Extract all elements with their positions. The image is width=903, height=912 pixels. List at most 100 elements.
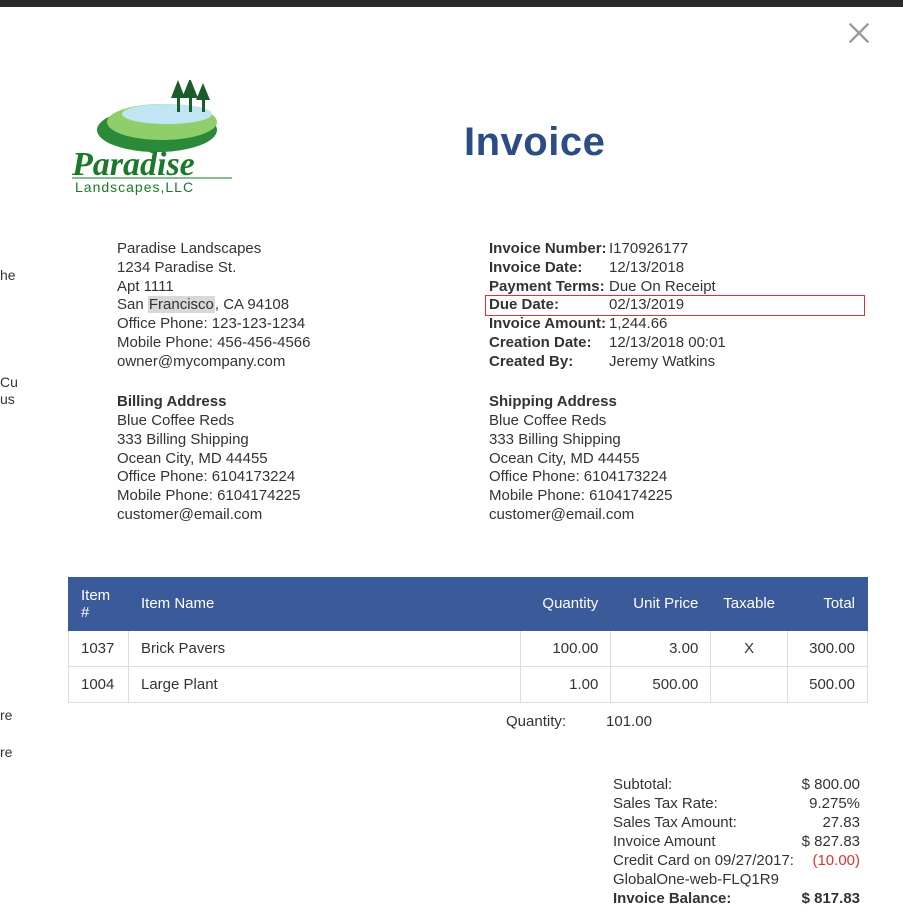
meta-value: 1,244.66	[609, 315, 667, 334]
company-name: Paradise Landscapes	[117, 240, 489, 259]
invoice-meta-block: Invoice Number:I170926177Invoice Date:12…	[489, 240, 861, 371]
totals-label: Subtotal:	[613, 776, 798, 793]
meta-row: Invoice Amount:1,244.66	[489, 315, 861, 334]
company-address-block: Paradise Landscapes 1234 Paradise St. Ap…	[117, 240, 489, 371]
billing-heading: Billing Address	[117, 393, 489, 412]
cell-taxable	[711, 666, 788, 702]
totals-value: $ 827.83	[798, 833, 868, 850]
address-line: Mobile Phone: 6104174225	[117, 487, 489, 506]
close-icon	[845, 34, 873, 51]
billing-address-block: Billing Address Blue Coffee Reds333 Bill…	[117, 393, 489, 524]
totals-label: Sales Tax Amount:	[613, 814, 798, 831]
meta-row: Invoice Number:I170926177	[489, 240, 861, 259]
totals-line: GlobalOne-web-FLQ1R9	[68, 870, 868, 889]
quantity-label: Quantity:	[506, 713, 566, 730]
meta-row: Payment Terms:Due On Receipt	[489, 278, 861, 297]
totals-block: Subtotal:$ 800.00Sales Tax Rate:9.275%Sa…	[68, 775, 868, 908]
shipping-address-block: Shipping Address Blue Coffee Reds333 Bil…	[489, 393, 861, 524]
col-total: Total	[788, 577, 868, 630]
totals-line: Subtotal:$ 800.00	[68, 775, 868, 794]
table-row: 1004Large Plant1.00500.00500.00	[69, 666, 868, 702]
address-line: 333 Billing Shipping	[489, 431, 861, 450]
close-button[interactable]	[845, 19, 873, 47]
table-row: 1037Brick Pavers100.003.00X300.00	[69, 630, 868, 666]
meta-value: 12/13/2018	[609, 259, 684, 278]
window-topbar	[0, 0, 903, 7]
col-item-num: Item #	[69, 577, 129, 630]
col-item-name: Item Name	[129, 577, 521, 630]
company-logo: Paradise Landscapes,LLC	[67, 80, 237, 200]
totals-value: 9.275%	[798, 795, 868, 812]
col-unit-price: Unit Price	[611, 577, 711, 630]
address-line: Office Phone: 6104173224	[117, 468, 489, 487]
document-title: Invoice	[464, 120, 861, 165]
totals-label: GlobalOne-web-FLQ1R9	[613, 871, 798, 888]
items-header-row: Item # Item Name Quantity Unit Price Tax…	[69, 577, 868, 630]
meta-key: Invoice Date:	[489, 259, 609, 278]
meta-key: Due Date:	[489, 296, 609, 315]
cell-unit-price: 500.00	[611, 666, 711, 702]
address-line: Office Phone: 6104173224	[489, 468, 861, 487]
cell-item-num: 1004	[69, 666, 129, 702]
meta-key: Payment Terms:	[489, 278, 609, 297]
cell-unit-price: 3.00	[611, 630, 711, 666]
svg-text:Landscapes,LLC: Landscapes,LLC	[75, 179, 194, 195]
meta-value: Due On Receipt	[609, 278, 716, 297]
background-sidebar-hints: he Cuus re re	[0, 267, 18, 851]
totals-value: 27.83	[798, 814, 868, 831]
cell-item-num: 1037	[69, 630, 129, 666]
col-quantity: Quantity	[521, 577, 611, 630]
items-table: Item # Item Name Quantity Unit Price Tax…	[68, 577, 868, 703]
totals-label: Invoice Amount	[613, 833, 798, 850]
totals-line: Credit Card on 09/27/2017:(10.00)	[68, 851, 868, 870]
invoice-modal: he Cuus re re	[0, 7, 903, 908]
totals-line: Sales Tax Amount:27.83	[68, 813, 868, 832]
shipping-heading: Shipping Address	[489, 393, 861, 412]
meta-row: Created By:Jeremy Watkins	[489, 353, 861, 372]
invoice-document: Paradise Landscapes,LLC Invoice Paradise…	[17, 25, 891, 908]
company-office-phone: Office Phone: 123-123-1234	[117, 315, 489, 334]
meta-row: Creation Date:12/13/2018 00:01	[489, 334, 861, 353]
quantity-summary: Quantity: 101.00	[68, 713, 868, 730]
company-addr1: 1234 Paradise St.	[117, 259, 489, 278]
address-line: Mobile Phone: 6104174225	[489, 487, 861, 506]
company-mobile-phone: Mobile Phone: 456-456-4566	[117, 334, 489, 353]
meta-key: Invoice Amount:	[489, 315, 609, 334]
company-email: owner@mycompany.com	[117, 353, 489, 372]
totals-line: Invoice Amount$ 827.83	[68, 832, 868, 851]
cell-quantity: 1.00	[521, 666, 611, 702]
company-addr2: Apt 1111	[117, 278, 489, 297]
quantity-total: 101.00	[606, 713, 652, 730]
cell-total: 500.00	[788, 666, 868, 702]
address-line: customer@email.com	[117, 506, 489, 525]
address-line: Ocean City, MD 44455	[489, 450, 861, 469]
cell-total: 300.00	[788, 630, 868, 666]
address-line: 333 Billing Shipping	[117, 431, 489, 450]
address-line: Ocean City, MD 44455	[117, 450, 489, 469]
meta-key: Invoice Number:	[489, 240, 609, 259]
company-city: San Francisco, CA 94108	[117, 296, 489, 315]
meta-row: Invoice Date:12/13/2018	[489, 259, 861, 278]
address-line: customer@email.com	[489, 506, 861, 525]
totals-line: Sales Tax Rate:9.275%	[68, 794, 868, 813]
cell-quantity: 100.00	[521, 630, 611, 666]
meta-value: I170926177	[609, 240, 688, 259]
text-selection: Francisco	[148, 296, 215, 313]
totals-value: $ 817.83	[798, 890, 868, 907]
meta-value: 02/13/2019	[609, 296, 684, 315]
totals-value: $ 800.00	[798, 776, 868, 793]
meta-key: Created By:	[489, 353, 609, 372]
address-line: Blue Coffee Reds	[117, 412, 489, 431]
cell-taxable: X	[711, 630, 788, 666]
totals-label: Sales Tax Rate:	[613, 795, 798, 812]
address-line: Blue Coffee Reds	[489, 412, 861, 431]
totals-value: (10.00)	[798, 852, 868, 869]
cell-item-name: Brick Pavers	[129, 630, 521, 666]
meta-value: 12/13/2018 00:01	[609, 334, 726, 353]
meta-value: Jeremy Watkins	[609, 353, 715, 372]
cell-item-name: Large Plant	[129, 666, 521, 702]
meta-row: Due Date:02/13/2019	[485, 295, 865, 316]
totals-value	[798, 871, 868, 888]
col-taxable: Taxable	[711, 577, 788, 630]
totals-label: Invoice Balance:	[613, 890, 798, 907]
